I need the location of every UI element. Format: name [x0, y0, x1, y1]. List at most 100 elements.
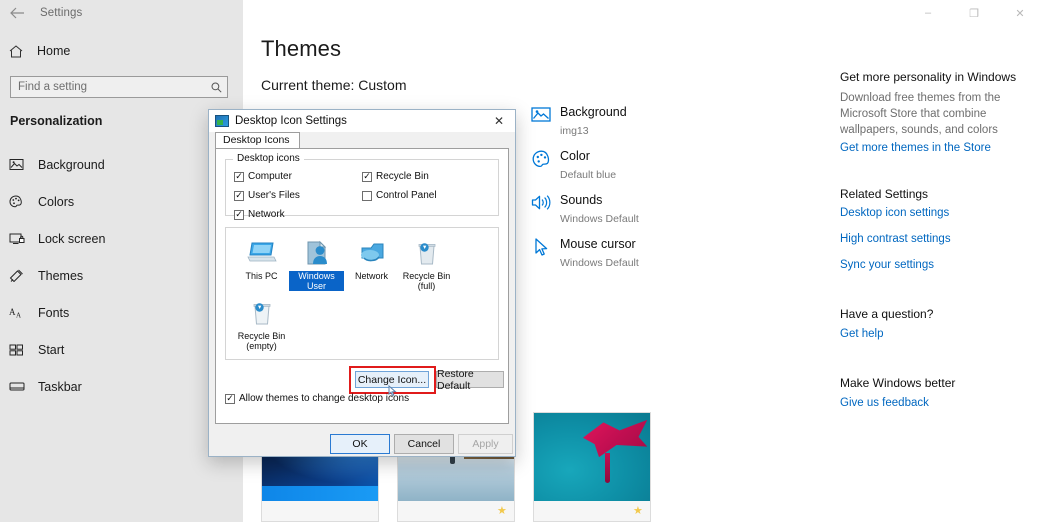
sidebar-item-colors[interactable]: Colors: [0, 183, 243, 220]
rail-personality-text: Download free themes from the Microsoft …: [840, 92, 1001, 136]
summary-title: Mouse cursor: [560, 237, 636, 251]
star-icon: ★: [497, 505, 507, 517]
summary-title: Background: [560, 105, 627, 119]
link-high-contrast-settings[interactable]: High contrast settings: [840, 233, 1035, 245]
checkbox-box: ✓: [225, 393, 235, 404]
start-icon: [9, 344, 33, 356]
window-controls: – ❐ ✕: [903, 0, 1043, 26]
right-rail: Get more personality in Windows Download…: [840, 70, 1035, 413]
checkbox-computer[interactable]: ✓ Computer: [234, 169, 300, 184]
link-get-help[interactable]: Get help: [840, 328, 1035, 340]
preview-row-2: Recycle Bin (empty): [234, 296, 289, 351]
tab-desktop-icons[interactable]: Desktop Icons: [215, 132, 300, 149]
search-icon[interactable]: [205, 82, 227, 93]
checkbox-allow-themes[interactable]: ✓ Allow themes to change desktop icons: [225, 393, 409, 404]
thumbnail-caption: ★: [398, 501, 514, 521]
checkbox-label: Recycle Bin: [376, 171, 429, 182]
checkbox-column-right: ✓ Recycle Bin Control Panel: [362, 169, 437, 203]
thumbnail-caption: ★: [534, 501, 650, 521]
sidebar-nav: Background Colors Lock screen Themes A A…: [0, 146, 243, 405]
theme-thumbnail[interactable]: ★: [533, 412, 651, 522]
restore-default-button[interactable]: Restore Default: [436, 368, 504, 392]
recycle-bin-full-icon: [399, 236, 454, 270]
close-button[interactable]: ✕: [997, 0, 1043, 26]
checkbox-box: ✓: [234, 171, 244, 182]
ok-button[interactable]: OK: [330, 434, 390, 454]
svg-text:A: A: [9, 307, 16, 317]
sidebar-label: Background: [38, 157, 105, 172]
link-desktop-icon-settings[interactable]: Desktop icon settings: [840, 207, 1035, 219]
summary-item-color[interactable]: Color Default blue: [524, 147, 754, 188]
preview-row-1: This PC Windows User Network Recycle Bin…: [234, 236, 454, 294]
summary-item-mouse-cursor[interactable]: Mouse cursor Windows Default: [524, 235, 754, 276]
summary-item-background[interactable]: Background img13: [524, 103, 754, 144]
window-titlebar: Settings: [0, 0, 243, 26]
palette-icon: [9, 195, 33, 208]
picture-icon: [9, 158, 33, 171]
checkbox-box: [362, 190, 372, 201]
close-icon[interactable]: ✕: [483, 110, 515, 132]
rail-question-heading: Have a question?: [840, 307, 934, 321]
dialog-footer: OK Cancel Apply: [208, 431, 516, 457]
rail-personality-heading: Get more personality in Windows: [840, 70, 1017, 84]
apply-button[interactable]: Apply: [458, 434, 513, 454]
sidebar-label: Lock screen: [38, 231, 106, 246]
preview-icon-recycle-bin-full[interactable]: Recycle Bin (full): [399, 236, 454, 294]
preview-icon-network[interactable]: Network: [344, 236, 399, 294]
checkbox-recycle-bin[interactable]: ✓ Recycle Bin: [362, 169, 437, 184]
app-title: Settings: [40, 7, 83, 19]
cancel-button[interactable]: Cancel: [394, 434, 454, 454]
preview-icon-this-pc[interactable]: This PC: [234, 236, 289, 294]
sidebar-item-start[interactable]: Start: [0, 331, 243, 368]
sidebar-section-title: Personalization: [10, 114, 103, 128]
back-arrow-icon[interactable]: [0, 0, 34, 26]
summary-value: img13: [560, 125, 589, 137]
page-title: Themes: [261, 36, 342, 61]
summary-value: Windows Default: [560, 213, 639, 225]
sidebar-label: Colors: [38, 194, 75, 209]
sidebar-item-home[interactable]: Home: [0, 38, 243, 64]
sidebar-item-themes[interactable]: Themes: [0, 257, 243, 294]
link-give-us-feedback[interactable]: Give us feedback: [840, 397, 1035, 409]
summary-title: Sounds: [560, 193, 603, 207]
star-icon: ★: [633, 505, 643, 517]
checkbox-label: Allow themes to change desktop icons: [239, 393, 410, 404]
speaker-icon: [524, 191, 558, 211]
rail-related-heading: Related Settings: [840, 187, 929, 201]
sidebar-label: Start: [38, 342, 65, 357]
checkbox-users-files[interactable]: ✓ User's Files: [234, 188, 300, 203]
lock-screen-icon: [9, 232, 33, 245]
minimize-button[interactable]: –: [905, 0, 951, 26]
maximize-button[interactable]: ❐: [951, 0, 997, 26]
preview-icon-label: Recycle Bin (empty): [237, 331, 286, 351]
svg-text:A: A: [16, 312, 21, 320]
sidebar-item-lock-screen[interactable]: Lock screen: [0, 220, 243, 257]
settings-window: Settings Home Find a setting Personaliza…: [0, 0, 1043, 522]
thumbnail-caption: [262, 501, 378, 521]
sidebar-item-fonts[interactable]: AA Fonts: [0, 294, 243, 331]
sidebar-item-taskbar[interactable]: Taskbar: [0, 368, 243, 405]
checkbox-label: Control Panel: [376, 190, 437, 201]
checkbox-box: ✓: [234, 190, 244, 201]
checkbox-label: User's Files: [248, 190, 300, 201]
group-caption: Desktop icons: [233, 153, 304, 164]
checkbox-control-panel[interactable]: Control Panel: [362, 188, 437, 203]
checkbox-network[interactable]: ✓ Network: [234, 207, 300, 222]
summary-value: Default blue: [560, 169, 617, 181]
search-input[interactable]: Find a setting: [10, 76, 228, 98]
preview-icon-windows-user[interactable]: Windows User: [289, 236, 344, 294]
fonts-icon: AA: [9, 306, 33, 319]
user-files-icon: [289, 236, 344, 270]
link-get-more-themes[interactable]: Get more themes in the Store: [840, 142, 1035, 154]
home-icon: [9, 44, 31, 58]
recycle-bin-empty-icon: [234, 296, 289, 330]
dialog-titlebar[interactable]: Desktop Icon Settings ✕: [209, 110, 515, 132]
sidebar-label: Taskbar: [38, 379, 82, 394]
cursor-icon: [524, 235, 558, 257]
sidebar-label: Fonts: [38, 305, 70, 320]
sidebar-item-background[interactable]: Background: [0, 146, 243, 183]
link-sync-your-settings[interactable]: Sync your settings: [840, 259, 1035, 271]
preview-icon-recycle-bin-empty[interactable]: Recycle Bin (empty): [234, 296, 289, 351]
summary-item-sounds[interactable]: Sounds Windows Default: [524, 191, 754, 232]
checkbox-label: Network: [248, 209, 285, 220]
